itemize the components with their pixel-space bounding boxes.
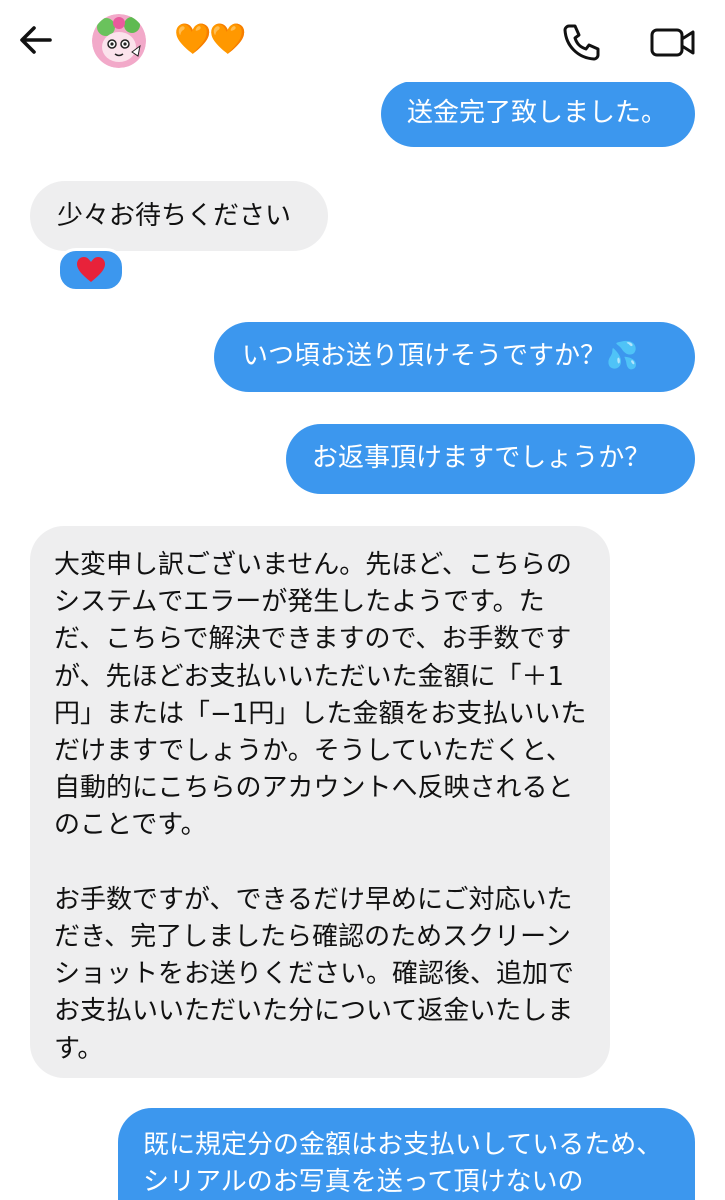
heart-reaction[interactable] — [57, 248, 125, 292]
call-button[interactable] — [560, 20, 604, 64]
message-bubble-sent[interactable]: お返事頂けますでしょうか？ — [286, 424, 695, 494]
heart-icon — [77, 257, 105, 282]
chat-header: 🧡🧡 — [0, 0, 725, 82]
phone-icon — [563, 24, 600, 61]
video-call-button[interactable] — [648, 20, 698, 64]
video-camera-icon — [650, 28, 695, 57]
contact-avatar[interactable] — [92, 14, 146, 68]
back-button[interactable] — [14, 20, 58, 60]
cartoon-character-avatar-icon — [92, 14, 146, 68]
message-bubble-sent[interactable]: いつ頃お送り頂けそうですか？💦 — [214, 322, 695, 392]
message-bubble-sent[interactable]: 送金完了致しました。 — [381, 81, 695, 147]
arrow-left-icon — [20, 26, 52, 54]
message-bubble-sent[interactable]: 既に規定分の金額はお支払いしているため、シリアルのお写真を送って頂けないの — [118, 1108, 695, 1200]
chat-screen: 送金完了致しました。 少々お待ちください いつ頃お送り頂けそうですか？💦 お返事… — [0, 0, 725, 1200]
message-bubble-received[interactable]: 大変申し訳ございません。先ほど、こちらのシステムでエラーが発生したようです。ただ… — [30, 526, 610, 1078]
message-bubble-received[interactable]: 少々お待ちください — [30, 181, 328, 251]
contact-name[interactable]: 🧡🧡 — [174, 20, 247, 60]
